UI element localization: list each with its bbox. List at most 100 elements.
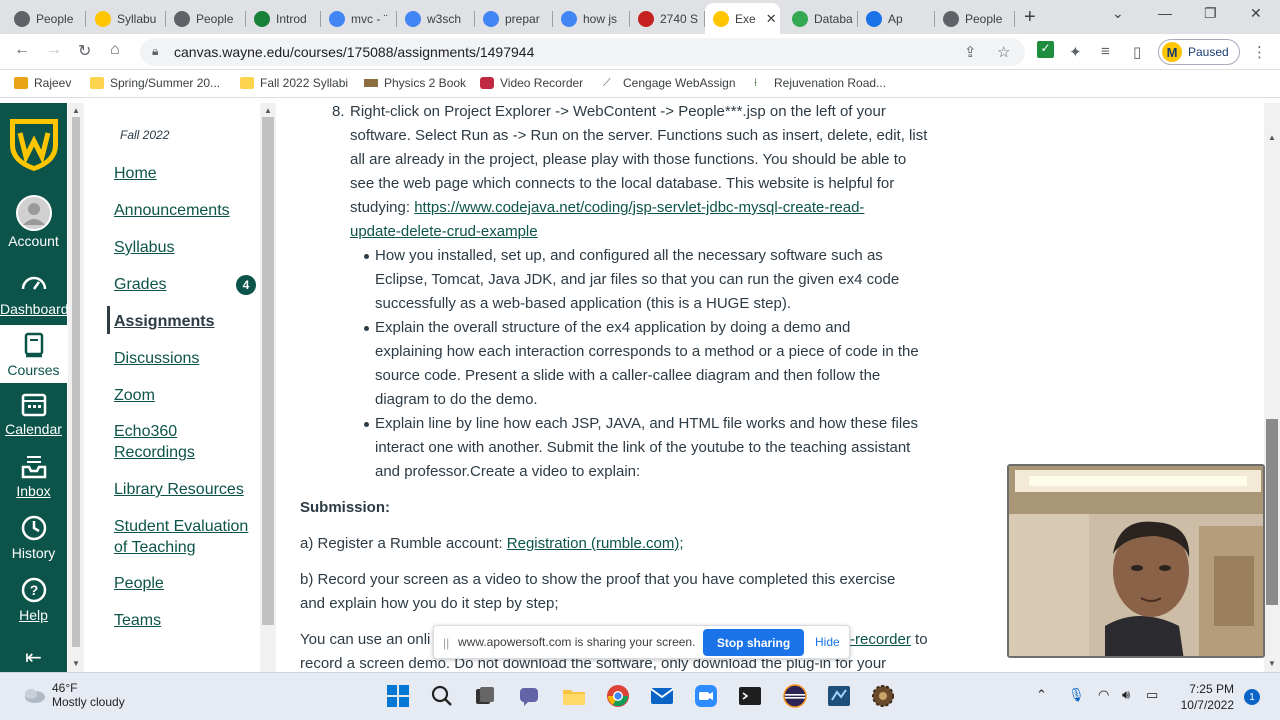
back-icon[interactable]: ← [14, 41, 30, 59]
scroll-down-icon[interactable]: ▼ [72, 659, 80, 668]
eclipse-icon[interactable] [782, 683, 808, 709]
global-nav-history[interactable]: History [0, 513, 67, 561]
task-view-icon[interactable] [472, 683, 498, 709]
bookmark-spring-summer[interactable]: Spring/Summer 20... [90, 76, 220, 90]
browser-menu-icon[interactable]: ⋮ [1252, 43, 1267, 61]
course-nav-student-evaluation[interactable]: Student Evaluation [114, 516, 248, 537]
wifi-icon[interactable]: ◠ [1098, 687, 1109, 703]
browser-tab[interactable]: People [6, 3, 86, 34]
close-tab-icon[interactable]: ✕ [766, 11, 777, 27]
browser-tab[interactable]: People [935, 3, 1015, 34]
file-explorer-icon[interactable] [561, 683, 587, 709]
share-icon[interactable]: ⇪ [964, 43, 977, 61]
browser-tab[interactable]: Exe ✕ [705, 3, 780, 34]
hide-button[interactable]: Hide [815, 635, 840, 649]
url-bar[interactable]: 🔒︎ canvas.wayne.edu/courses/175088/assig… [140, 38, 1025, 66]
browser-tab[interactable]: Databa [784, 3, 858, 34]
course-nav-scrollbar[interactable]: ▲ [260, 103, 276, 672]
lock-icon[interactable]: 🔒︎ [152, 44, 158, 59]
browser-tab[interactable]: People [166, 3, 246, 34]
new-tab-button[interactable]: + [1024, 6, 1036, 29]
battery-icon[interactable]: ▭ [1146, 687, 1158, 703]
home-icon[interactable]: ⌂ [110, 41, 120, 59]
maximize-button[interactable]: ❐ [1204, 5, 1217, 22]
course-nav-discussions[interactable]: Discussions [114, 348, 199, 369]
course-nav-echo360[interactable]: Echo360 [114, 421, 177, 442]
scrollbar-thumb[interactable] [1266, 419, 1278, 605]
extension-check-icon[interactable]: ✓ [1037, 41, 1054, 58]
reload-icon[interactable]: ↻ [78, 41, 91, 61]
minimize-button[interactable]: — [1158, 5, 1172, 21]
course-nav-of-teaching[interactable]: of Teaching [114, 537, 196, 558]
weather-widget[interactable]: 46°F Mostly cloudy [22, 681, 125, 709]
forward-icon[interactable]: → [46, 41, 62, 59]
course-nav-teams[interactable]: Teams [114, 610, 161, 631]
tab-search-icon[interactable]: ⌄ [1112, 5, 1124, 22]
webcam-overlay[interactable] [1007, 464, 1265, 658]
bookmark-video-recorder[interactable]: Video Recorder [480, 76, 583, 90]
codejava-link-cont[interactable]: update-delete-crud-example [350, 223, 538, 240]
course-nav-library[interactable]: Library Resources [114, 479, 244, 500]
course-nav-syllabus[interactable]: Syllabus [114, 237, 174, 258]
scrollbar-thumb[interactable] [72, 117, 80, 647]
global-nav-help[interactable]: ? Help [0, 575, 67, 623]
scrollbar-thumb[interactable] [262, 117, 274, 625]
bookmark-physics[interactable]: Physics 2 Book [364, 76, 466, 90]
volume-icon[interactable]: 🔊︎ [1122, 687, 1130, 703]
scroll-up-icon[interactable]: ▲ [72, 106, 80, 115]
terminal-icon[interactable] [737, 683, 763, 709]
course-nav-assignments[interactable]: Assignments [114, 311, 214, 332]
zoom-icon[interactable] [693, 683, 719, 709]
browser-tab[interactable]: Syllabu [87, 3, 166, 34]
course-nav-people[interactable]: People [114, 573, 164, 594]
course-nav-grades[interactable]: Grades [114, 274, 166, 295]
windows-start-icon[interactable] [385, 683, 411, 709]
global-nav-scrollbar[interactable]: ▲ ▼ [68, 103, 84, 672]
browser-tab[interactable]: Introd [246, 3, 321, 34]
course-nav-announcements[interactable]: Announcements [114, 200, 230, 221]
global-nav-inbox[interactable]: Inbox [0, 451, 67, 499]
screen-recorder-link[interactable]: -recorder [850, 631, 911, 648]
scroll-down-icon[interactable]: ▼ [1268, 659, 1276, 668]
wayne-state-logo[interactable] [6, 115, 62, 173]
side-panel-icon[interactable]: ▯ [1133, 43, 1141, 61]
warrior-mascot-icon[interactable] [870, 683, 896, 709]
show-hidden-icons[interactable]: ⌃ [1036, 687, 1047, 703]
mail-icon[interactable] [649, 683, 675, 709]
bookmark-rejuvenation[interactable]: ⟊ Rejuvenation Road... [754, 76, 886, 90]
browser-tab[interactable]: prepar [475, 3, 553, 34]
app-window-icon[interactable] [826, 683, 852, 709]
close-window-button[interactable]: ✕ [1250, 5, 1262, 22]
rumble-registration-link[interactable]: Registration (rumble.com); [507, 535, 684, 552]
codejava-link[interactable]: https://www.codejava.net/coding/jsp-serv… [414, 199, 864, 216]
course-nav-zoom[interactable]: Zoom [114, 385, 155, 406]
system-clock[interactable]: 7:25 PM 10/7/2022 [1178, 681, 1234, 713]
browser-tab[interactable]: 2740 S [630, 3, 705, 34]
global-nav-dashboard[interactable]: Dashboard [0, 269, 69, 317]
bookmark-cengage[interactable]: ⟋ Cengage WebAssign [603, 76, 736, 90]
page-scrollbar[interactable]: ▲ ▼ [1264, 103, 1280, 672]
browser-tab[interactable]: w3sch [397, 3, 475, 34]
scroll-up-icon[interactable]: ▲ [264, 106, 272, 115]
collapse-nav-icon[interactable]: ⇤ [0, 645, 67, 670]
microphone-icon[interactable]: 🎙︎ [1068, 687, 1085, 703]
search-icon[interactable] [429, 683, 455, 709]
course-nav-echo360-recordings[interactable]: Recordings [114, 442, 195, 463]
browser-tab[interactable]: Ap [858, 3, 935, 34]
bookmark-rajeev[interactable]: Rajeev [14, 76, 71, 90]
teams-chat-icon[interactable] [516, 683, 542, 709]
browser-tab[interactable]: mvc - ¨ [321, 3, 397, 34]
browser-tab[interactable]: how js [553, 3, 630, 34]
bookmark-star-icon[interactable]: ☆ [997, 43, 1010, 61]
scroll-up-icon[interactable]: ▲ [1268, 133, 1276, 142]
global-nav-calendar[interactable]: Calendar [0, 389, 67, 437]
global-nav-account[interactable]: Account [0, 195, 67, 249]
notification-badge[interactable]: 1 [1244, 689, 1260, 705]
global-nav-courses[interactable]: Courses [0, 325, 67, 383]
course-nav-home[interactable]: Home [114, 163, 157, 184]
bookmark-fall-syllabi[interactable]: Fall 2022 Syllabi [240, 76, 348, 90]
media-queue-icon[interactable]: ≡ [1101, 43, 1110, 60]
drag-handle-icon[interactable]: || [443, 636, 449, 650]
profile-button[interactable]: M Paused [1158, 39, 1240, 65]
chrome-icon[interactable] [605, 683, 631, 709]
